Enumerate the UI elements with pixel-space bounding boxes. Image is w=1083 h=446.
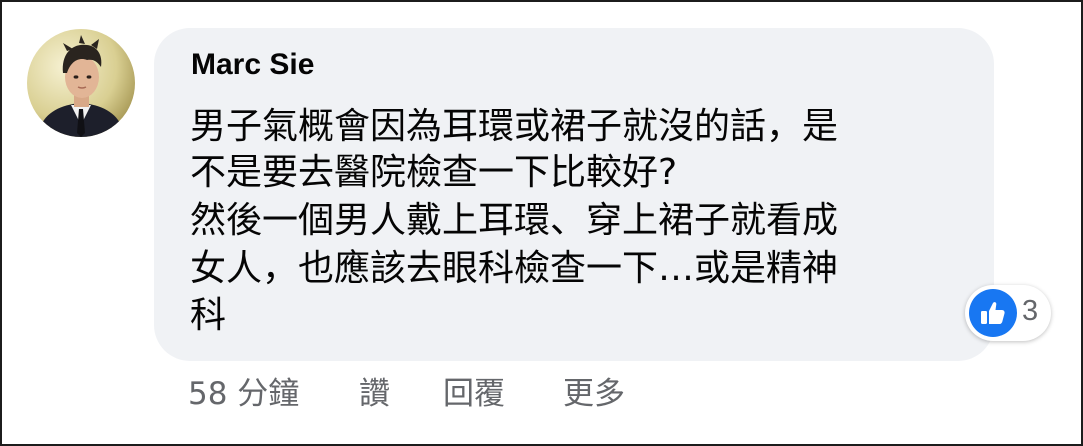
comment-text-line: 不是要去醫院檢查一下比較好? <box>190 152 678 193</box>
comment-timestamp[interactable]: 58 分鐘 <box>188 374 299 414</box>
comment-text-line: 男子氣概會因為耳環或裙子就沒的話，是 <box>190 106 839 147</box>
reaction-badge[interactable]: 3 <box>965 285 1051 341</box>
comment-card: Marc Sie 男子氣概會因為耳環或裙子就沒的話，是 不是要去醫院檢查一下比較… <box>0 0 1083 446</box>
comment-text-line: 科 <box>190 295 227 336</box>
reply-button[interactable]: 回覆 <box>443 374 505 414</box>
comment-text-line: 然後一個男人戴上耳環、穿上裙子就看成 <box>190 200 839 241</box>
comment-bubble: Marc Sie 男子氣概會因為耳環或裙子就沒的話，是 不是要去醫院檢查一下比較… <box>154 28 994 361</box>
more-button[interactable]: 更多 <box>563 374 625 414</box>
avatar[interactable] <box>27 29 135 137</box>
comment-author[interactable]: Marc Sie <box>191 48 314 82</box>
comment-text-line: 女人，也應該去眼科檢查一下…或是精神 <box>190 248 839 289</box>
like-button[interactable]: 讚 <box>359 374 390 414</box>
reaction-count: 3 <box>1022 295 1039 327</box>
thumbs-up-icon <box>969 289 1017 337</box>
avatar-photo <box>27 29 135 137</box>
